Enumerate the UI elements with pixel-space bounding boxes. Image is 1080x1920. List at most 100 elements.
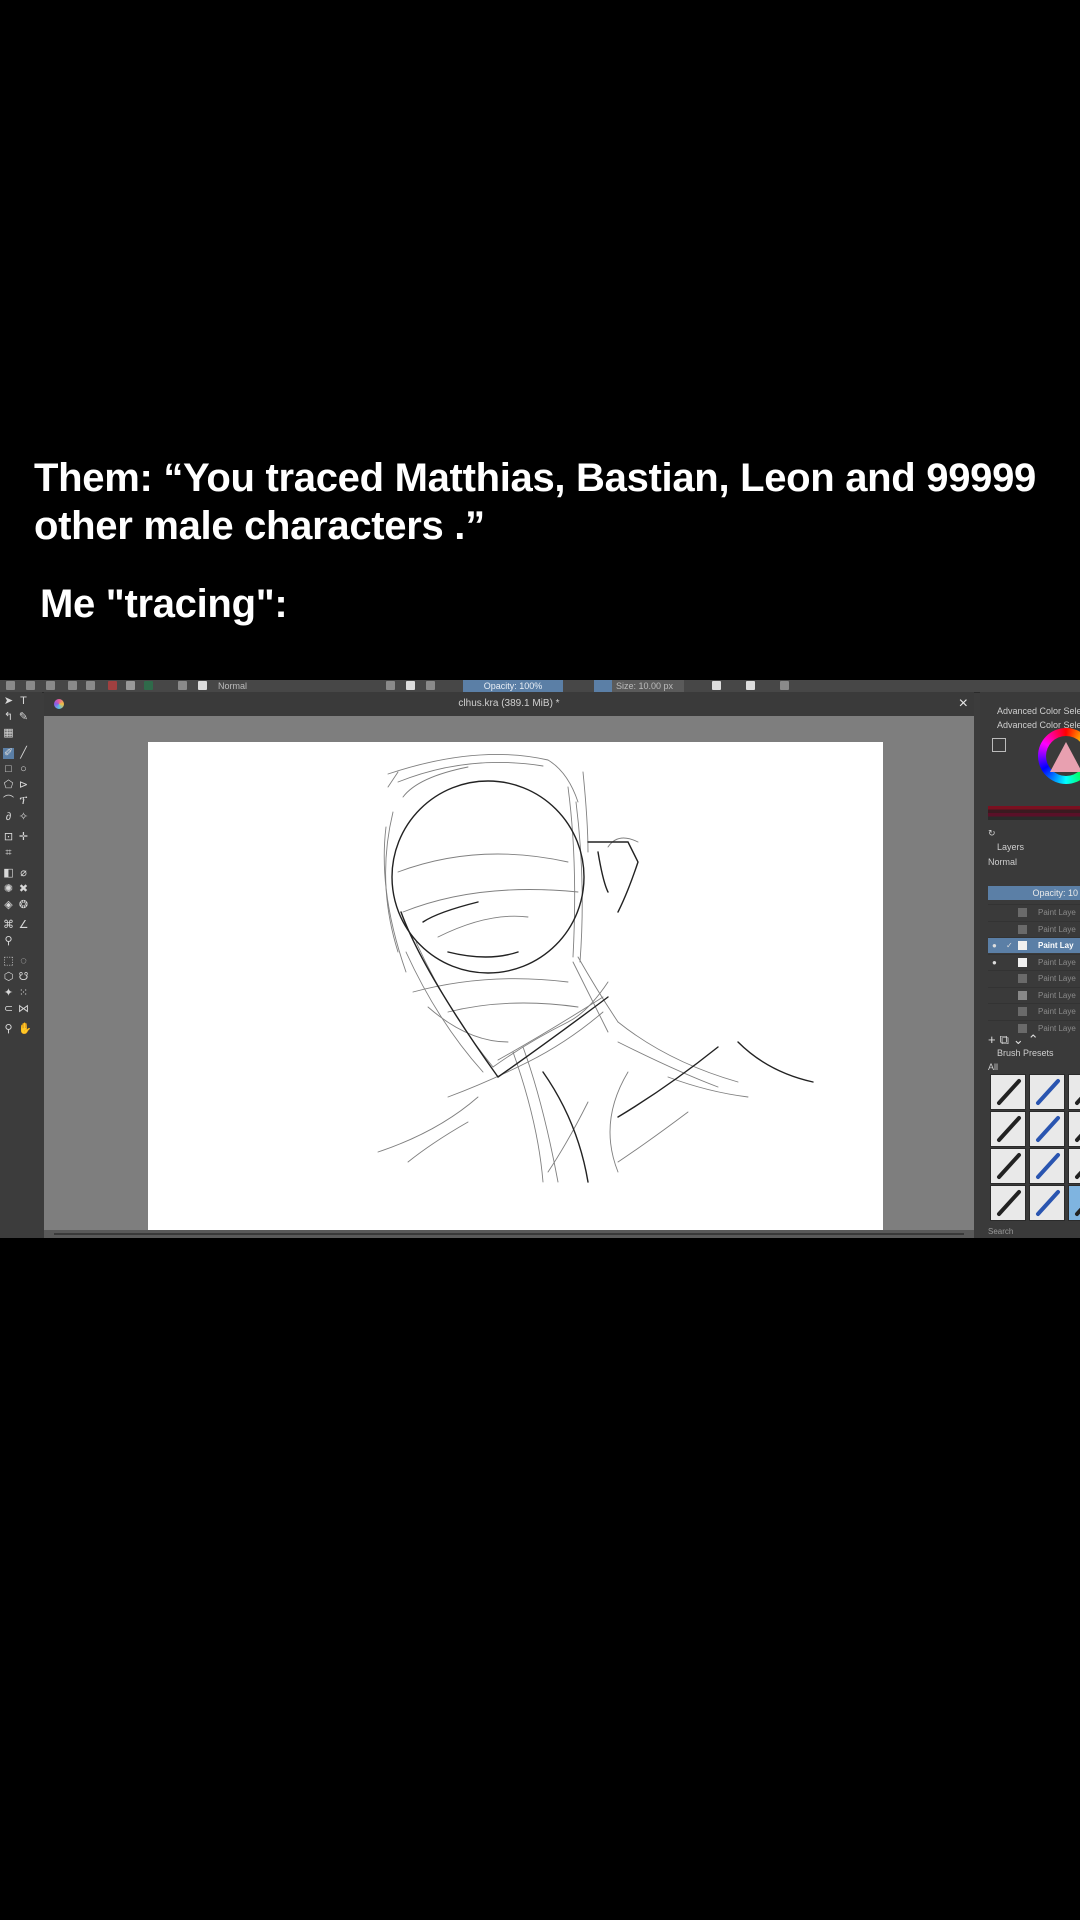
move-down-icon[interactable]: ⌄ (1013, 1032, 1028, 1047)
rectangle-tool-icon[interactable]: □ (3, 764, 14, 775)
measure-tool-icon[interactable]: ∠ (18, 920, 29, 931)
brush-preset-icon[interactable] (990, 1185, 1026, 1221)
multibrush-tool-icon[interactable]: ✧ (18, 812, 29, 823)
line-tool-icon[interactable]: ╱ (18, 748, 29, 759)
layers-opacity-slider[interactable]: Opacity: 10 (988, 886, 1080, 900)
brush-preset-icon[interactable] (1068, 1185, 1080, 1221)
layer-name: Paint Laye (1038, 957, 1076, 967)
color-triangle[interactable] (1050, 742, 1080, 772)
close-icon[interactable]: × (959, 692, 968, 716)
check-icon[interactable]: ✓ (1006, 938, 1013, 953)
new-document-icon[interactable] (6, 681, 15, 690)
brush-tag-filter[interactable]: All (988, 1062, 998, 1072)
layer-name: Paint Laye (1038, 908, 1076, 917)
layer-actions: +⧉⌄⌃ (988, 1032, 1043, 1048)
calligraphy-tool-icon[interactable]: ✎ (18, 712, 29, 723)
polygon-tool-icon[interactable]: ⬠ (3, 780, 14, 791)
brush-preset-icon[interactable] (1068, 1111, 1080, 1147)
magnetic-selection-tool-icon[interactable]: ⋈ (18, 1004, 29, 1015)
layer-row[interactable]: Paint Laye (988, 904, 1080, 920)
brush-preset-icon[interactable] (990, 1148, 1026, 1184)
brush-preset-icon[interactable] (1068, 1074, 1080, 1110)
reload-preset-icon[interactable] (426, 681, 435, 690)
color-history-strip[interactable] (988, 806, 1080, 820)
brush-preset-icon[interactable] (1029, 1148, 1065, 1184)
assistant-tool-icon[interactable]: ⌘ (3, 920, 14, 931)
text-tool-icon[interactable]: T (18, 696, 29, 707)
brush-preset-icon[interactable] (178, 681, 187, 690)
color-settings-icon[interactable] (992, 738, 1006, 752)
eraser-mode-icon[interactable] (386, 681, 395, 690)
ellipse-tool-icon[interactable]: ○ (18, 764, 29, 775)
pattern-tool-icon[interactable]: ▦ (3, 728, 14, 739)
transform-tool-icon[interactable]: ⊡ (3, 832, 14, 843)
move-up-icon[interactable]: ⌃ (1028, 1032, 1043, 1047)
scrollbar-thumb[interactable] (54, 1233, 964, 1235)
horizontal-scrollbar[interactable] (44, 1230, 974, 1238)
drawing-canvas[interactable] (148, 742, 883, 1232)
rectangular-selection-tool-icon[interactable]: ⬚ (3, 956, 14, 967)
reference-images-tool-icon[interactable]: ⚲ (3, 936, 14, 947)
elliptical-selection-tool-icon[interactable]: ◌ (18, 956, 29, 967)
layer-row[interactable]: Paint Laye (988, 920, 1080, 937)
redo-icon[interactable] (86, 681, 95, 690)
duplicate-layer-icon[interactable]: ⧉ (1000, 1032, 1013, 1047)
add-layer-icon[interactable]: + (988, 1032, 1000, 1047)
brush-preset-icon[interactable] (990, 1111, 1026, 1147)
open-document-icon[interactable] (26, 681, 35, 690)
refresh-icon[interactable]: ↻ (988, 828, 996, 839)
fill-tool-icon[interactable]: ◈ (3, 900, 14, 911)
gradient-tool-icon[interactable]: ◧ (3, 868, 14, 879)
size-slider[interactable]: Size: 10.00 px (594, 680, 684, 692)
layers-blend-mode[interactable]: Normal (988, 857, 1017, 867)
document-tab[interactable]: clhus.kra (389.1 MiB) * × (44, 692, 974, 716)
brush-settings-icon[interactable] (198, 681, 207, 690)
undo-icon[interactable] (68, 681, 77, 690)
colorize-mask-tool-icon[interactable]: ✖ (18, 884, 29, 895)
preserve-alpha-icon[interactable] (406, 681, 415, 690)
krita-logo-icon (54, 699, 64, 709)
wrap-around-icon[interactable] (780, 681, 789, 690)
pan-tool-icon[interactable]: ✋ (18, 1024, 32, 1035)
brush-preset-icon[interactable] (1029, 1111, 1065, 1147)
visibility-icon[interactable]: ● (992, 938, 997, 953)
crop-tool-icon[interactable]: ⌗ (3, 848, 14, 859)
freehand-path-tool-icon[interactable]: ፕ (18, 796, 29, 807)
layer-row[interactable]: Paint Laye (988, 1003, 1080, 1019)
contiguous-selection-tool-icon[interactable]: ✦ (3, 988, 14, 999)
blend-mode-select[interactable]: Normal (218, 680, 247, 692)
zoom-tool-icon[interactable]: ⚲ (3, 1024, 14, 1035)
foreground-color-icon[interactable] (126, 681, 135, 690)
brush-preset-icon[interactable] (990, 1074, 1026, 1110)
brush-preset-icon[interactable] (1029, 1074, 1065, 1110)
bezier-selection-tool-icon[interactable]: ⊂ (3, 1004, 14, 1015)
polygonal-selection-tool-icon[interactable]: ⬡ (3, 972, 14, 983)
color-picker-tool-icon[interactable]: ⌀ (18, 868, 29, 879)
smart-patch-tool-icon[interactable]: ✺ (3, 884, 14, 895)
opacity-slider[interactable]: Opacity: 100% (463, 680, 563, 692)
brush-preset-icon[interactable] (1029, 1185, 1065, 1221)
layer-row[interactable]: ● Paint Laye (988, 953, 1080, 970)
layer-row[interactable]: Paint Laye (988, 986, 1080, 1003)
polyline-tool-icon[interactable]: ⊳ (18, 780, 29, 791)
select-shapes-tool-icon[interactable]: ➤ (3, 696, 14, 707)
freehand-selection-tool-icon[interactable]: ☋ (18, 972, 29, 983)
similar-color-selection-tool-icon[interactable]: ⁙ (18, 988, 29, 999)
layer-row[interactable]: ● ✓ Paint Lay (988, 937, 1080, 953)
mirror-vertical-icon[interactable] (746, 681, 755, 690)
dynamic-brush-tool-icon[interactable]: ∂ (3, 812, 14, 823)
bezier-tool-icon[interactable]: ⌒ (3, 796, 14, 807)
toolbox: ➤ T ↰ ✎ ▦ ✐ ╱ □ ○ ⬠ ⊳ ⌒ ፕ ∂ ✧ ⊡ ✛ ⌗ ◧ ⌀ … (0, 692, 42, 1238)
brush-search-field[interactable]: Search (988, 1227, 1013, 1236)
freehand-brush-tool-icon[interactable]: ✐ (3, 748, 14, 759)
visibility-icon[interactable]: ● (992, 955, 997, 970)
mirror-horizontal-icon[interactable] (712, 681, 721, 690)
edit-shapes-tool-icon[interactable]: ↰ (3, 712, 14, 723)
enclose-fill-tool-icon[interactable]: ❂ (18, 900, 29, 911)
background-color-icon[interactable] (144, 681, 153, 690)
move-tool-icon[interactable]: ✛ (18, 832, 29, 843)
brush-preset-icon[interactable] (1068, 1148, 1080, 1184)
fill-gradient-icon[interactable] (108, 681, 117, 690)
layer-row[interactable]: Paint Laye (988, 970, 1080, 986)
save-icon[interactable] (46, 681, 55, 690)
